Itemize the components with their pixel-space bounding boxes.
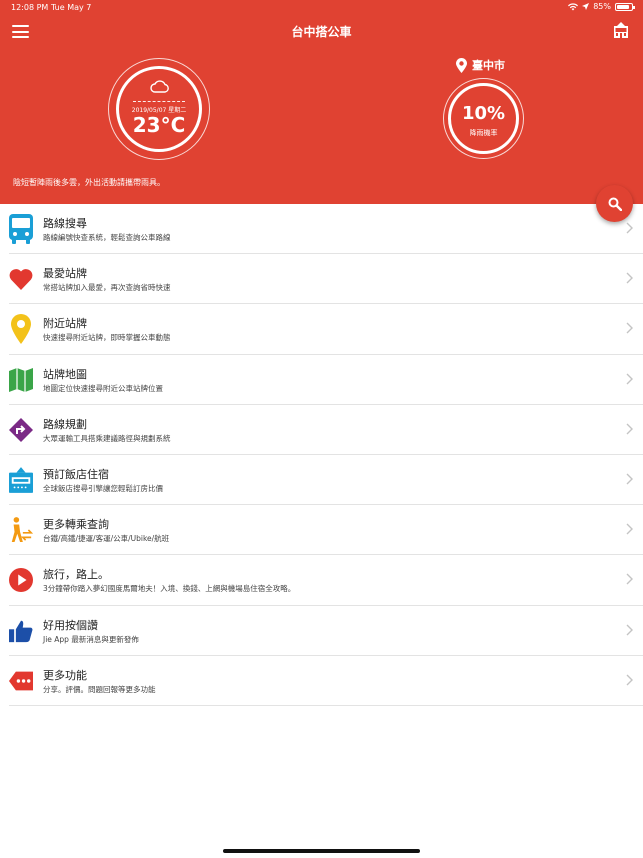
chevron-right-icon [626, 373, 633, 385]
menu-item-title: 旅行，路上。 [43, 568, 109, 582]
status-right: 85% [568, 2, 635, 11]
chevron-right-icon [626, 423, 633, 435]
battery-fill [617, 4, 629, 9]
header: 12:08 PM Tue May 7 85% 台中搭公車 2019/05/07 … [0, 0, 643, 204]
map-icon [9, 364, 33, 396]
hotel-shortcut-icon[interactable] [613, 22, 629, 39]
menu-item-subtitle: 路線編號快查系統，輕鬆查詢公車路線 [43, 233, 171, 242]
chevron-right-icon [626, 573, 633, 585]
menu-item-travel-video[interactable]: 旅行，路上。 3分鐘帶你踏入夢幻國度馬爾地夫！入境、換錢、上網與機場島住宿全攻略… [9, 555, 643, 606]
directions-icon [9, 414, 33, 446]
menu-item-subtitle: 快速搜尋附近站牌，即時掌握公車動態 [43, 333, 171, 343]
play-icon [9, 564, 33, 596]
menu-item-title: 更多轉乘查詢 [43, 518, 109, 532]
app-title: 台中搭公車 [291, 25, 352, 39]
menu-item-title: 路線規劃 [43, 417, 87, 431]
cloud-icon [150, 80, 169, 93]
more-icon [9, 665, 33, 697]
menu-item-subtitle: 台鐵/高鐵/捷運/客運/公車/Ubike/航班 [43, 534, 170, 544]
menu-item-subtitle: 分享。評價。問題回報等更多功能 [43, 684, 156, 694]
bus-icon [9, 213, 33, 245]
heart-icon [9, 263, 33, 295]
menu-item-like-us[interactable]: 好用按個讚 Jie App 最新消息與更新發佈 [9, 606, 643, 656]
chevron-right-icon [626, 674, 633, 686]
hotel-icon [9, 464, 33, 496]
menu-item-route-search[interactable]: 路線搜尋 路線編號快查系統，輕鬆查詢公車路線 [9, 204, 643, 255]
status-time: 12:08 PM [11, 3, 49, 12]
weather-temperature: 23°C [132, 113, 186, 137]
menu-item-title: 站牌地圖 [43, 367, 87, 381]
weather-advisory: 陰短暫陣雨後多雲，外出活動請攜帶雨具。 [13, 178, 165, 187]
location-city: 臺中市 [472, 59, 505, 72]
battery-percent: 85% [593, 2, 611, 11]
menu-item-title: 附近站牌 [43, 317, 87, 331]
chevron-right-icon [626, 523, 633, 535]
wifi-icon [568, 2, 579, 10]
location-pin-icon [456, 57, 467, 73]
menu-item-nearby-stops[interactable]: 附近站牌 快速搜尋附近站牌，即時掌握公車動態 [9, 304, 643, 355]
home-indicator[interactable] [223, 849, 420, 853]
menu-item-more-features[interactable]: 更多功能 分享。評價。問題回報等更多功能 [9, 656, 643, 706]
menu-item-hotel-booking[interactable]: 預訂飯店住宿 全球飯店搜尋引擎讓您輕鬆訂房比價 [9, 455, 643, 506]
chevron-right-icon [626, 272, 633, 284]
battery-icon [615, 2, 635, 11]
menu-item-title: 好用按個讚 [43, 618, 98, 632]
weather-inner-ring: 2019/05/07 星期二 23°C [116, 66, 202, 152]
rain-percentage: 10% [461, 103, 506, 124]
menu-item-route-planning[interactable]: 路線規劃 大眾運輸工具搭乘建議路徑與規劃系統 [9, 405, 643, 455]
location-arrow-icon [582, 3, 590, 10]
menu-item-transfer-query[interactable]: 更多轉乘查詢 台鐵/高鐵/捷運/客運/公車/Ubike/航班 [9, 505, 643, 556]
chevron-right-icon [626, 624, 633, 635]
transfer-icon [9, 514, 33, 546]
menu-item-stop-map[interactable]: 站牌地圖 地圖定位快速搜尋附近公車站牌位置 [9, 355, 643, 405]
menu-item-title: 最愛站牌 [43, 267, 87, 281]
chevron-right-icon [626, 473, 633, 485]
status-bar: 12:08 PM Tue May 7 85% [0, 0, 643, 16]
thumbs-up-icon [9, 615, 33, 647]
rain-inner-ring: 10% 降雨機率 [448, 83, 519, 154]
chevron-right-icon [626, 322, 633, 334]
menu-item-subtitle: Jie App 最新消息與更新發佈 [43, 634, 139, 644]
chevron-right-icon [626, 222, 633, 234]
menu-item-subtitle: 全球飯店搜尋引擎讓您輕鬆訂房比價 [43, 483, 163, 493]
weather-divider [133, 101, 185, 102]
menu-item-favorite-stops[interactable]: 最愛站牌 常搭站牌加入最愛，再次查詢省時快速 [9, 254, 643, 305]
location-label: 臺中市 [456, 57, 505, 73]
menu-item-title: 路線搜尋 [43, 217, 87, 230]
menu-item-title: 更多功能 [43, 668, 87, 682]
weather-widget: 2019/05/07 星期二 23°C [108, 58, 210, 160]
menu-list: 路線搜尋 路線編號快查系統，輕鬆查詢公車路線 最愛站牌 常搭站牌加入最愛，再次查… [0, 204, 643, 706]
menu-item-title: 預訂飯店住宿 [43, 467, 109, 481]
menu-item-subtitle: 3分鐘帶你踏入夢幻國度馬爾地夫！入境、換錢、上網與機場島住宿全攻略。 [43, 584, 296, 594]
menu-item-subtitle: 地圖定位快速搜尋附近公車站牌位置 [43, 383, 163, 393]
rain-widget: 10% 降雨機率 [443, 78, 524, 159]
rain-label: 降雨機率 [469, 129, 498, 137]
menu-item-subtitle: 大眾運輸工具搭乘建議路徑與規劃系統 [43, 433, 171, 443]
menu-item-subtitle: 常搭站牌加入最愛，再次查詢省時快速 [43, 283, 171, 293]
status-date: Tue May 7 [51, 3, 92, 12]
location-pin-icon [9, 313, 33, 345]
